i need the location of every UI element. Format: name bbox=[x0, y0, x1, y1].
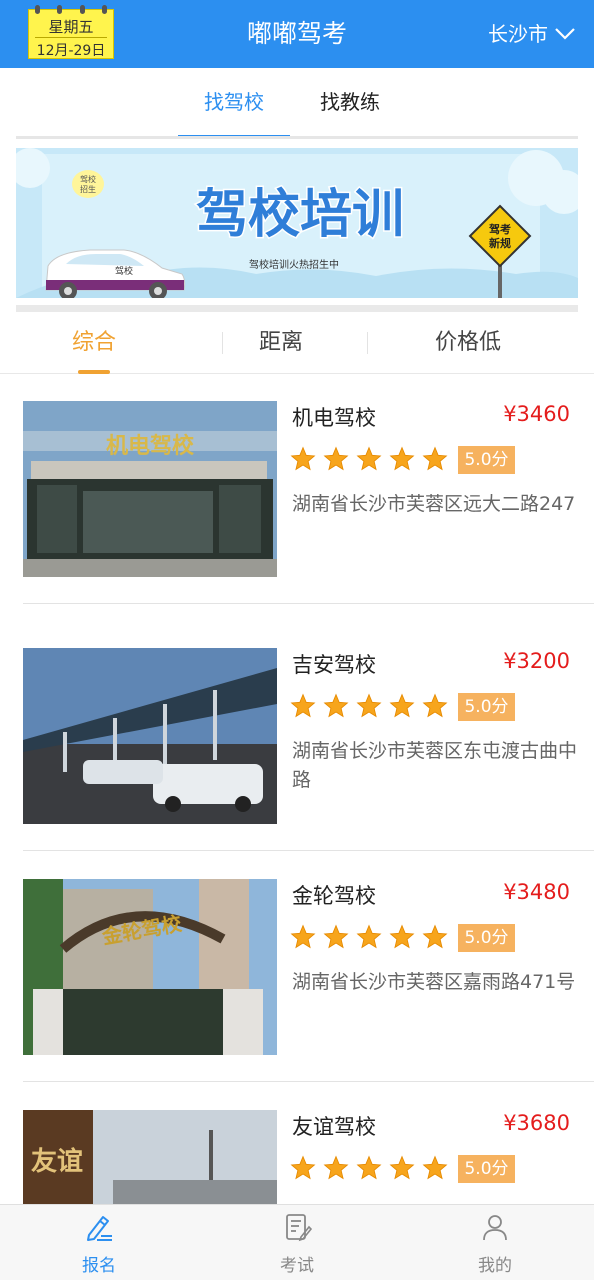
star-icon bbox=[389, 693, 415, 718]
chevron-down-icon bbox=[555, 28, 575, 40]
school-photo bbox=[23, 648, 277, 824]
promo-banner[interactable]: 驾校 招生 驾校培训 驾校培训火热招生中 驾校 驾考 新规 bbox=[16, 148, 578, 298]
car-label: 驾校 bbox=[115, 265, 133, 277]
star-icon bbox=[422, 446, 448, 471]
top-tabs: 找驾校 找教练 bbox=[0, 68, 594, 138]
school-photo: 友谊 bbox=[23, 1110, 277, 1204]
rating-stars bbox=[290, 1155, 448, 1181]
score-badge: 5.0分 bbox=[458, 693, 515, 721]
star-icon bbox=[422, 924, 448, 949]
school-price: ¥3680 bbox=[503, 1111, 570, 1135]
sign-line2: 新规 bbox=[489, 236, 511, 250]
nav-mine[interactable]: 我的 bbox=[396, 1205, 594, 1280]
star-icon bbox=[356, 693, 382, 718]
school-price: ¥3480 bbox=[503, 880, 570, 904]
school-name: 金轮驾校 bbox=[292, 884, 376, 908]
app-root: 星期五 12月-29日 嘟嘟驾考 长沙市 找驾校 找教练 驾校 招生 驾校培训 … bbox=[0, 0, 594, 1280]
sort-tab-distance[interactable]: 距离 bbox=[226, 312, 336, 374]
banner-badge-line2: 招生 bbox=[80, 184, 96, 194]
city-label: 长沙市 bbox=[488, 22, 548, 46]
school-address: 湖南省长沙市芙蓉区嘉雨路471号 bbox=[292, 971, 576, 993]
star-icon bbox=[356, 924, 382, 949]
score-badge: 5.0分 bbox=[458, 1155, 515, 1183]
star-icon bbox=[290, 924, 316, 949]
nav-signup[interactable]: 报名 bbox=[0, 1205, 198, 1280]
school-photo: 机电驾校 bbox=[23, 401, 277, 577]
bottom-nav: 报名 考试 我的 bbox=[0, 1204, 594, 1280]
item-divider bbox=[23, 1081, 594, 1082]
star-icon bbox=[290, 693, 316, 718]
banner-divider bbox=[16, 305, 578, 312]
star-icon bbox=[389, 446, 415, 471]
user-icon bbox=[483, 1215, 507, 1241]
rating-stars bbox=[290, 693, 448, 719]
school-name: 友谊驾校 bbox=[292, 1115, 376, 1139]
school-name: 吉安驾校 bbox=[292, 653, 376, 677]
banner-art: 驾校 招生 驾校培训 驾校培训火热招生中 驾校 驾考 新规 bbox=[16, 148, 578, 298]
star-icon bbox=[422, 1155, 448, 1180]
banner-badge-line1: 驾校 bbox=[80, 174, 96, 184]
star-icon bbox=[356, 1155, 382, 1180]
sign-line1: 驾考 bbox=[488, 222, 511, 236]
score-badge: 5.0分 bbox=[458, 446, 515, 474]
city-selector[interactable]: 长沙市 bbox=[488, 0, 576, 68]
school-photo-sign: 友谊 bbox=[31, 1146, 83, 1177]
rating-stars bbox=[290, 924, 448, 950]
item-divider bbox=[23, 603, 594, 604]
school-price: ¥3200 bbox=[503, 649, 570, 673]
star-icon bbox=[323, 693, 349, 718]
school-list: 机电驾校 机电驾校 ¥3460 5.0分 湖南省长沙市芙蓉区远大二路247 吉安… bbox=[0, 374, 594, 1204]
tab-find-coach[interactable]: 找教练 bbox=[294, 68, 406, 138]
school-price: ¥3460 bbox=[503, 402, 570, 426]
banner-subline: 驾校培训火热招生中 bbox=[249, 258, 339, 271]
edit-pen-icon bbox=[87, 1216, 112, 1241]
star-icon bbox=[323, 446, 349, 471]
rating-stars bbox=[290, 446, 448, 472]
exam-paper-icon bbox=[286, 1214, 313, 1242]
banner-headline: 驾校培训 bbox=[196, 185, 404, 245]
star-icon bbox=[389, 924, 415, 949]
star-icon bbox=[323, 1155, 349, 1180]
nav-exam[interactable]: 考试 bbox=[198, 1205, 396, 1280]
school-item[interactable]: 吉安驾校 ¥3200 5.0分 湖南省长沙市芙蓉区东屯渡古曲中路 bbox=[0, 621, 594, 851]
school-address: 湖南省长沙市芙蓉区东屯渡古曲中路 bbox=[292, 740, 578, 791]
nav-mine-label: 我的 bbox=[478, 1256, 512, 1276]
sort-tab-overall[interactable]: 综合 bbox=[40, 312, 148, 374]
school-item[interactable]: 机电驾校 机电驾校 ¥3460 5.0分 湖南省长沙市芙蓉区远大二路247 bbox=[0, 374, 594, 604]
school-photo-sign: 机电驾校 bbox=[106, 433, 195, 459]
score-badge: 5.0分 bbox=[458, 924, 515, 952]
nav-exam-label: 考试 bbox=[280, 1256, 314, 1276]
school-address: 湖南省长沙市芙蓉区远大二路247 bbox=[292, 493, 576, 515]
tabs-divider bbox=[16, 136, 578, 139]
school-name: 机电驾校 bbox=[292, 406, 376, 430]
sort-tabs: 综合 距离 价格低 bbox=[0, 312, 594, 374]
app-header: 星期五 12月-29日 嘟嘟驾考 长沙市 bbox=[0, 0, 594, 68]
star-icon bbox=[290, 446, 316, 471]
sort-tab-price-low[interactable]: 价格低 bbox=[398, 312, 538, 374]
nav-signup-label: 报名 bbox=[82, 1256, 116, 1276]
tab-find-school[interactable]: 找驾校 bbox=[178, 68, 290, 138]
star-icon bbox=[290, 1155, 316, 1180]
item-divider bbox=[23, 850, 594, 851]
school-item[interactable]: 友谊 友谊驾校 ¥3680 5.0分 bbox=[0, 1083, 594, 1204]
star-icon bbox=[356, 446, 382, 471]
star-icon bbox=[323, 924, 349, 949]
star-icon bbox=[422, 693, 448, 718]
star-icon bbox=[389, 1155, 415, 1180]
school-photo: 金轮驾校 bbox=[23, 879, 277, 1055]
school-item[interactable]: 金轮驾校 金轮驾校 ¥3480 5.0分 湖南省长沙市芙蓉区嘉雨路471号 bbox=[0, 852, 594, 1082]
